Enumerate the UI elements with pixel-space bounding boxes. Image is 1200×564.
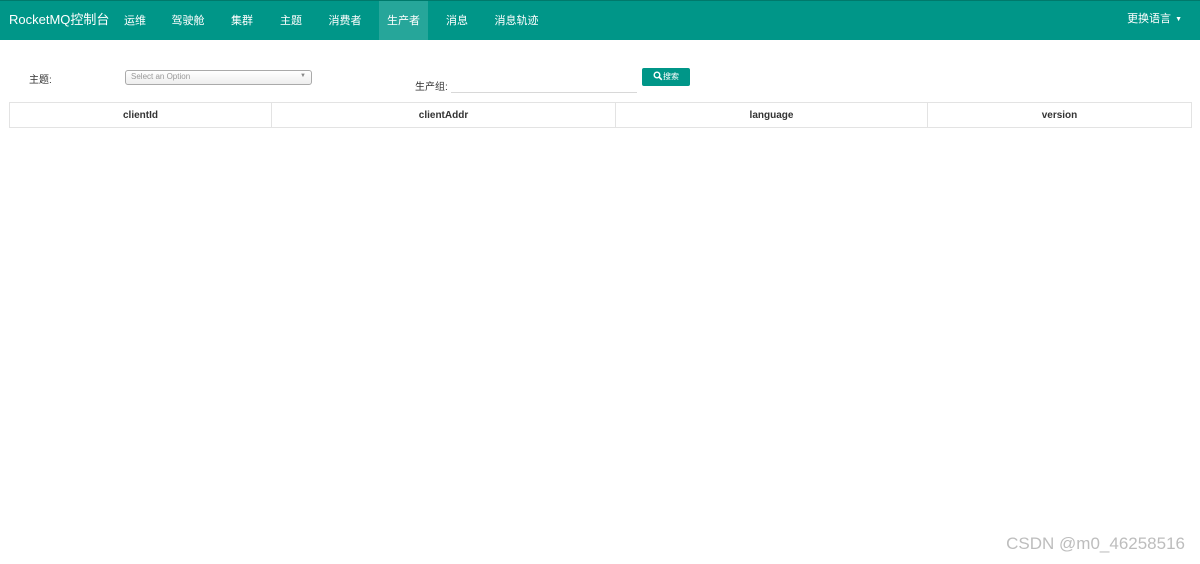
nav-item-topic[interactable]: 主题: [273, 1, 309, 40]
language-label: 更换语言: [1127, 13, 1172, 25]
nav-item-dashboard[interactable]: 驾驶舱: [164, 1, 212, 40]
top-navbar: RocketMQ控制台 运维 驾驶舱 集群 主题 消费者 生产者 消息 消息轨迹…: [0, 0, 1200, 40]
nav-item-consumer[interactable]: 消费者: [322, 1, 368, 40]
column-header-clientaddr[interactable]: clientAddr: [271, 102, 616, 128]
nav-item-producer[interactable]: 生产者: [379, 1, 428, 40]
column-header-version[interactable]: version: [927, 102, 1192, 128]
search-button[interactable]: 搜索: [642, 68, 690, 86]
topic-select[interactable]: Select an Option ▼: [125, 70, 312, 85]
watermark: CSDN @m0_46258516: [1006, 534, 1185, 553]
chevron-down-icon: ▼: [300, 73, 306, 79]
topic-select-placeholder: Select an Option: [131, 72, 191, 81]
nav-item-ops[interactable]: 运维: [117, 1, 153, 40]
producer-group-input[interactable]: [451, 74, 637, 93]
language-dropdown[interactable]: 更换语言 ▼: [1127, 1, 1182, 40]
topic-label: 主题:: [29, 75, 52, 86]
nav-item-message-trace[interactable]: 消息轨迹: [489, 1, 544, 40]
producer-table: clientId clientAddr language version: [9, 102, 1192, 128]
producer-group-label: 生产组:: [415, 82, 448, 93]
search-icon: [653, 71, 663, 81]
brand-title[interactable]: RocketMQ控制台: [9, 1, 109, 40]
caret-down-icon: ▼: [1175, 16, 1182, 23]
column-header-clientid[interactable]: clientId: [9, 102, 272, 128]
column-header-language[interactable]: language: [615, 102, 928, 128]
nav-item-message[interactable]: 消息: [439, 1, 475, 40]
search-button-label: 搜索: [663, 72, 679, 81]
table-header-row: clientId clientAddr language version: [9, 102, 1192, 128]
nav-item-cluster[interactable]: 集群: [224, 1, 260, 40]
